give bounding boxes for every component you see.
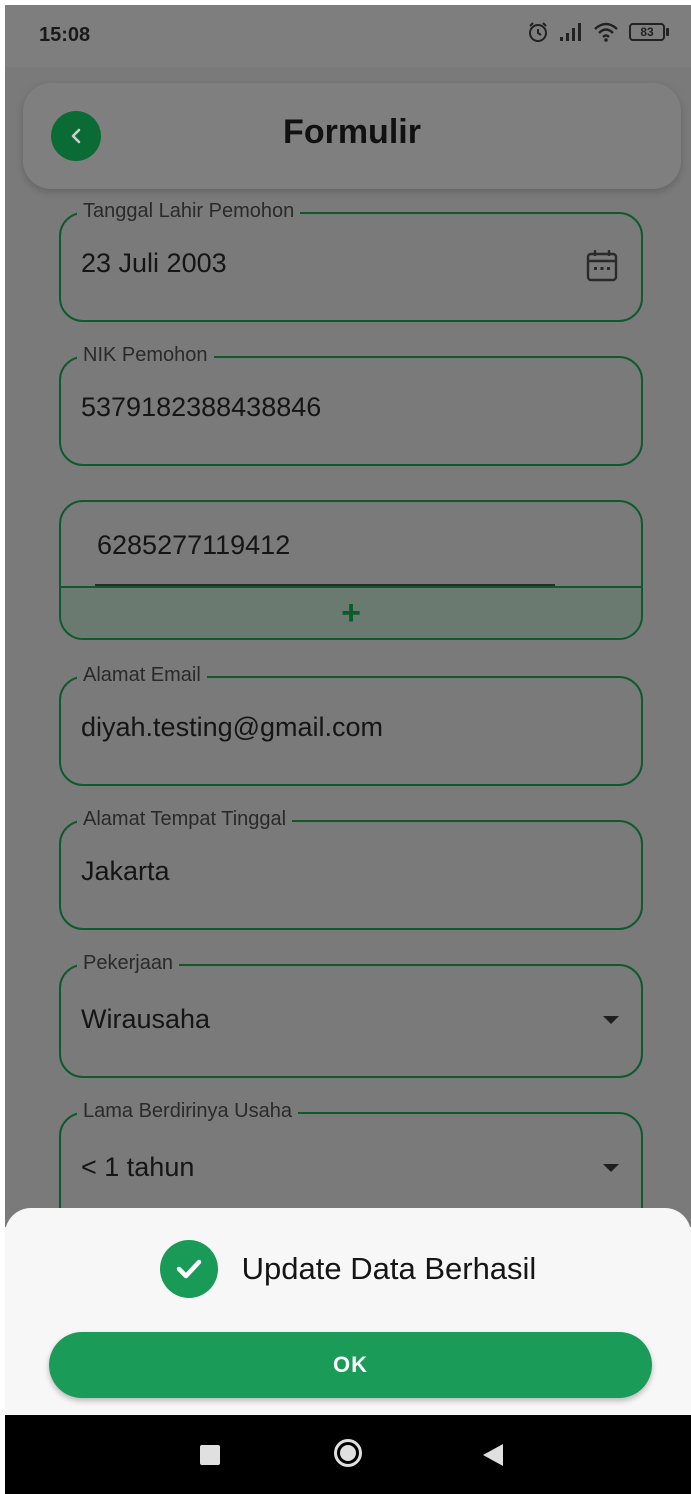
form-screen: Formulir Tanggal Lahir Pemohon 23 Juli 2… bbox=[5, 67, 691, 1252]
business-age-label: Lama Berdirinya Usaha bbox=[77, 1100, 298, 1123]
screen: 15:08 83 Formulir Tanggal Lahir Pemohon … bbox=[5, 5, 691, 1494]
occupation-value: Wirausaha bbox=[81, 1004, 211, 1034]
app-bar: Formulir bbox=[23, 83, 681, 189]
email-field[interactable]: Alamat Email diyah.testing@gmail.com bbox=[59, 664, 643, 786]
business-age-value: < 1 tahun bbox=[81, 1152, 195, 1182]
ok-button[interactable]: OK bbox=[49, 1332, 652, 1398]
birth-date-value: 23 Juli 2003 bbox=[81, 248, 227, 278]
alarm-icon bbox=[529, 22, 547, 42]
address-label: Alamat Tempat Tinggal bbox=[77, 808, 293, 831]
status-icons: 83 bbox=[527, 21, 669, 43]
success-message-row: Update Data Berhasil bbox=[5, 1240, 691, 1298]
plus-icon: + bbox=[341, 593, 361, 632]
email-value: diyah.testing@gmail.com bbox=[81, 712, 384, 742]
occupation-select[interactable]: Pekerjaan Wirausaha bbox=[59, 952, 643, 1078]
check-icon bbox=[176, 1259, 201, 1279]
chevron-down-icon bbox=[603, 1164, 619, 1172]
check-circle-icon bbox=[159, 1240, 218, 1298]
battery-icon: 83 bbox=[629, 23, 669, 41]
phone-value: 6285277119412 bbox=[97, 530, 291, 560]
status-time: 15:08 bbox=[39, 24, 91, 46]
email-label: Alamat Email bbox=[77, 664, 207, 687]
nik-label: NIK Pemohon bbox=[77, 344, 214, 367]
success-message: Update Data Berhasil bbox=[241, 1251, 537, 1286]
system-nav-bar bbox=[5, 1415, 691, 1494]
recents-icon[interactable] bbox=[200, 1445, 220, 1465]
nik-field[interactable]: NIK Pemohon 5379182388438846 bbox=[59, 344, 643, 466]
birth-date-label: Tanggal Lahir Pemohon bbox=[77, 200, 301, 223]
success-bottom-sheet: Update Data Berhasil OK bbox=[5, 1208, 691, 1418]
birth-date-field[interactable]: Tanggal Lahir Pemohon 23 Juli 2003 bbox=[59, 200, 643, 322]
phone-field[interactable]: 6285277119412 + bbox=[59, 500, 643, 640]
add-phone-button[interactable]: + bbox=[61, 586, 641, 638]
home-icon[interactable] bbox=[334, 1439, 362, 1467]
chevron-down-icon bbox=[603, 1016, 619, 1024]
address-field[interactable]: Alamat Tempat Tinggal Jakarta bbox=[59, 808, 643, 930]
wifi-icon bbox=[594, 22, 618, 42]
occupation-label: Pekerjaan bbox=[77, 952, 180, 975]
battery-level: 83 bbox=[629, 23, 665, 41]
calendar-icon[interactable] bbox=[585, 248, 619, 284]
address-value: Jakarta bbox=[81, 856, 170, 886]
status-bar: 15:08 83 bbox=[5, 5, 691, 67]
page-title: Formulir bbox=[283, 113, 421, 151]
nik-value: 5379182388438846 bbox=[81, 392, 322, 422]
signal-icon bbox=[560, 23, 581, 41]
back-icon[interactable] bbox=[483, 1444, 503, 1466]
